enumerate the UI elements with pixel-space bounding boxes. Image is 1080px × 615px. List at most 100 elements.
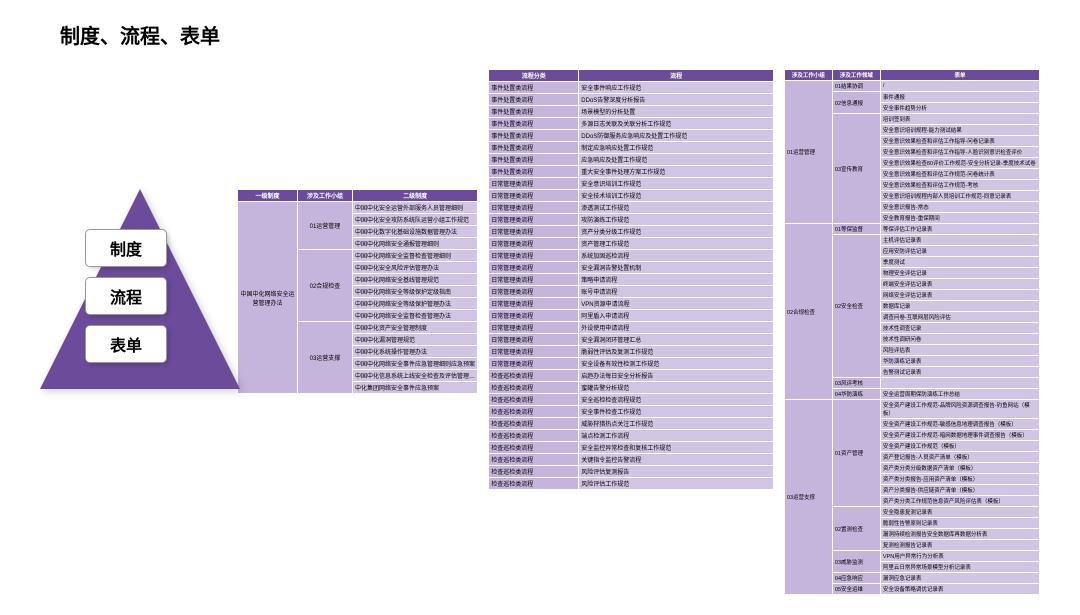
right-th-2: 表单: [880, 70, 1039, 81]
right-cell: 资产类分类报告-应用资产清单（模板）: [880, 474, 1039, 485]
right-grp: 05安全运维: [832, 584, 880, 595]
right-grp: 01结果协调: [832, 81, 880, 92]
center-cat: 日常管理类流程: [489, 310, 579, 322]
left-cell: 中国中化资产安全管理制度: [352, 322, 477, 334]
right-sec-2: 03运营支撑: [784, 400, 832, 595]
center-cell: 多源日志关联及关联分析工作规范: [579, 118, 774, 130]
center-cell: 端点检测工作流程: [579, 430, 774, 442]
right-th-0: 涉及工作小组: [784, 70, 832, 81]
page-layout: 制度 流程 表单 一级制度 涉及工作小组 二级制度 中国中化网络安全运营管理办法…: [40, 69, 1040, 595]
left-cell: 中国中化数字化基础设施数据管理办法: [352, 226, 477, 238]
right-cell: 资产类分类分级数据资产清单（模板）: [880, 463, 1039, 474]
right-cell: 安全意识效果检查80评价工作规范-安全分析记录-季度技术试卷: [880, 158, 1039, 169]
right-cell: 告警测试记录表: [880, 367, 1039, 378]
right-cell: 安全意识效果检查和评估工作指导-人脸识别意识检查评价: [880, 147, 1039, 158]
right-cell: 安全意识效果检查和评估工作规范-问卷统计表: [880, 169, 1039, 180]
center-cat: 检查巡检类流程: [489, 454, 579, 466]
center-cat: 检查巡检类流程: [489, 442, 579, 454]
right-cell: 安全资产建设工作规范-敏感信息地理调查报告（模板）: [880, 419, 1039, 430]
left-cell: 中国中化系统操作管理办法: [352, 346, 477, 358]
right-cell: 漏洞持续检测报告安全数据库再数据分析表: [880, 529, 1039, 540]
center-cat: 事件处置类流程: [489, 106, 579, 118]
pyramid-label-2: 表单: [85, 325, 167, 363]
right-grp: 01等保监督: [832, 224, 880, 235]
center-cell: 场景模型的分析处置: [579, 106, 774, 118]
center-cat: 日常管理类流程: [489, 298, 579, 310]
center-cell: 策略申请流程: [579, 274, 774, 286]
right-cell: 安全教育报告-重保期间: [880, 213, 1039, 224]
center-cell: 系统加固巡检流程: [579, 250, 774, 262]
right-cell: 漏洞应急记录表: [880, 573, 1039, 584]
center-cell: 安全监控异常检查和复核工作规范: [579, 442, 774, 454]
right-cell: 安全运营周期保防演练工作总结: [880, 389, 1039, 400]
center-cat: 检查巡检类流程: [489, 478, 579, 490]
right-cell: 安全意识效果检查和评估工作规范-考核: [880, 180, 1039, 191]
center-cat: 日常管理类流程: [489, 334, 579, 346]
left-cell: 中国中化安全风险评估管理办法: [352, 262, 477, 274]
left-cell: 中国中化网络安全监督检查管理办法: [352, 310, 477, 322]
center-cell: 外设使用申请流程: [579, 322, 774, 334]
left-group-2: 03运营支撑: [297, 322, 352, 394]
right-cell: 脆弱性告警原则记录表: [880, 518, 1039, 529]
right-cell: 季度测试: [880, 257, 1039, 268]
right-grp: 03威胁监测: [832, 551, 880, 573]
center-cell: 资产管理工作规范: [579, 238, 774, 250]
center-cell: 阿里盾入申请流程: [579, 310, 774, 322]
right-table: 涉及工作小组 涉及工作领域 表单 01运营管理01结果协调/02信息通报事件通报…: [784, 69, 1040, 595]
center-cat: 日常管理类流程: [489, 190, 579, 202]
right-grp: 01资产管理: [832, 400, 880, 507]
center-cell: 安全意识培训工作规范: [579, 178, 774, 190]
center-cat: 日常管理类流程: [489, 178, 579, 190]
center-cell: 安全巡检检查流程规范: [579, 394, 774, 406]
right-grp: 04应急响应: [832, 573, 880, 584]
right-cell: 安全意识效果检查和评估工作指导-问卷记录表: [880, 136, 1039, 147]
center-cat: 检查巡检类流程: [489, 394, 579, 406]
center-cell: DDoS防御服务应急响应及处置工作规范: [579, 130, 774, 142]
center-cat: 事件处置类流程: [489, 118, 579, 130]
left-cell: 中国中化信息系统上线安全检查及评估管理办法: [352, 370, 477, 382]
center-cell: 启趋办法每日安全分析报告: [579, 370, 774, 382]
center-cat: 事件处置类流程: [489, 142, 579, 154]
pyramid-label-0: 制度: [85, 229, 167, 267]
right-cell: 培训签到表: [880, 114, 1039, 125]
right-grp: 03宣传教育: [832, 114, 880, 224]
center-cat: 日常管理类流程: [489, 202, 579, 214]
right-cell: 复测检测报告记录表: [880, 540, 1039, 551]
right-cell: 资产分类报告-供应链资产清单（模板）: [880, 485, 1039, 496]
left-cell: 中国中化安全攻防系统队运营小组工作规范: [352, 214, 477, 226]
center-cat: 日常管理类流程: [489, 286, 579, 298]
center-cell: 安全事件响应工作规范: [579, 82, 774, 94]
center-cat: 日常管理类流程: [489, 226, 579, 238]
center-cat: 检查巡检类流程: [489, 418, 579, 430]
left-cell: 中国中化漏洞管理规范: [352, 334, 477, 346]
center-cell: 制定应急响应处置工作规范: [579, 142, 774, 154]
center-cell: 关键指令监控告警流程: [579, 454, 774, 466]
right-cell: 应用安防评估记录: [880, 246, 1039, 257]
center-th-1: 流程: [579, 70, 774, 82]
center-cell: 安全漏洞告警处置机制: [579, 262, 774, 274]
right-cell: 网络安全评估记录表: [880, 290, 1039, 301]
center-cat: 事件处置类流程: [489, 166, 579, 178]
center-cell: 蜜罐告警分析规范: [579, 382, 774, 394]
left-group-1: 02合规检查: [297, 250, 352, 322]
right-cell: 主机评估记录表: [880, 235, 1039, 246]
center-cell: 安全事件检查工作规范: [579, 406, 774, 418]
center-cat: 日常管理类流程: [489, 250, 579, 262]
right-cell: 风险评估表: [880, 345, 1039, 356]
center-cell: 安全技术培训工作规范: [579, 190, 774, 202]
center-cell: 威胁狩猎热点关注工作规范: [579, 418, 774, 430]
center-cell: 账号申请流程: [579, 286, 774, 298]
right-sec-0: 01运营管理: [784, 81, 832, 224]
right-cell: 数据库记录: [880, 301, 1039, 312]
center-cell: 资产分类分级工作规范: [579, 226, 774, 238]
right-grp: 02信息通报: [832, 92, 880, 114]
center-cell: 风险评估工作规范: [579, 478, 774, 490]
center-cat: 检查巡检类流程: [489, 370, 579, 382]
center-cat: 检查巡检类流程: [489, 466, 579, 478]
left-cell: 中国中化网络安全监督检查管理细则: [352, 250, 477, 262]
center-cat: 事件处置类流程: [489, 154, 579, 166]
center-table: 流程分类 流程 事件处置类流程安全事件响应工作规范事件处置类流程DDoS告警深度…: [488, 69, 774, 490]
center-cat: 检查巡检类流程: [489, 430, 579, 442]
center-cat: 事件处置类流程: [489, 130, 579, 142]
center-cat: 日常管理类流程: [489, 262, 579, 274]
